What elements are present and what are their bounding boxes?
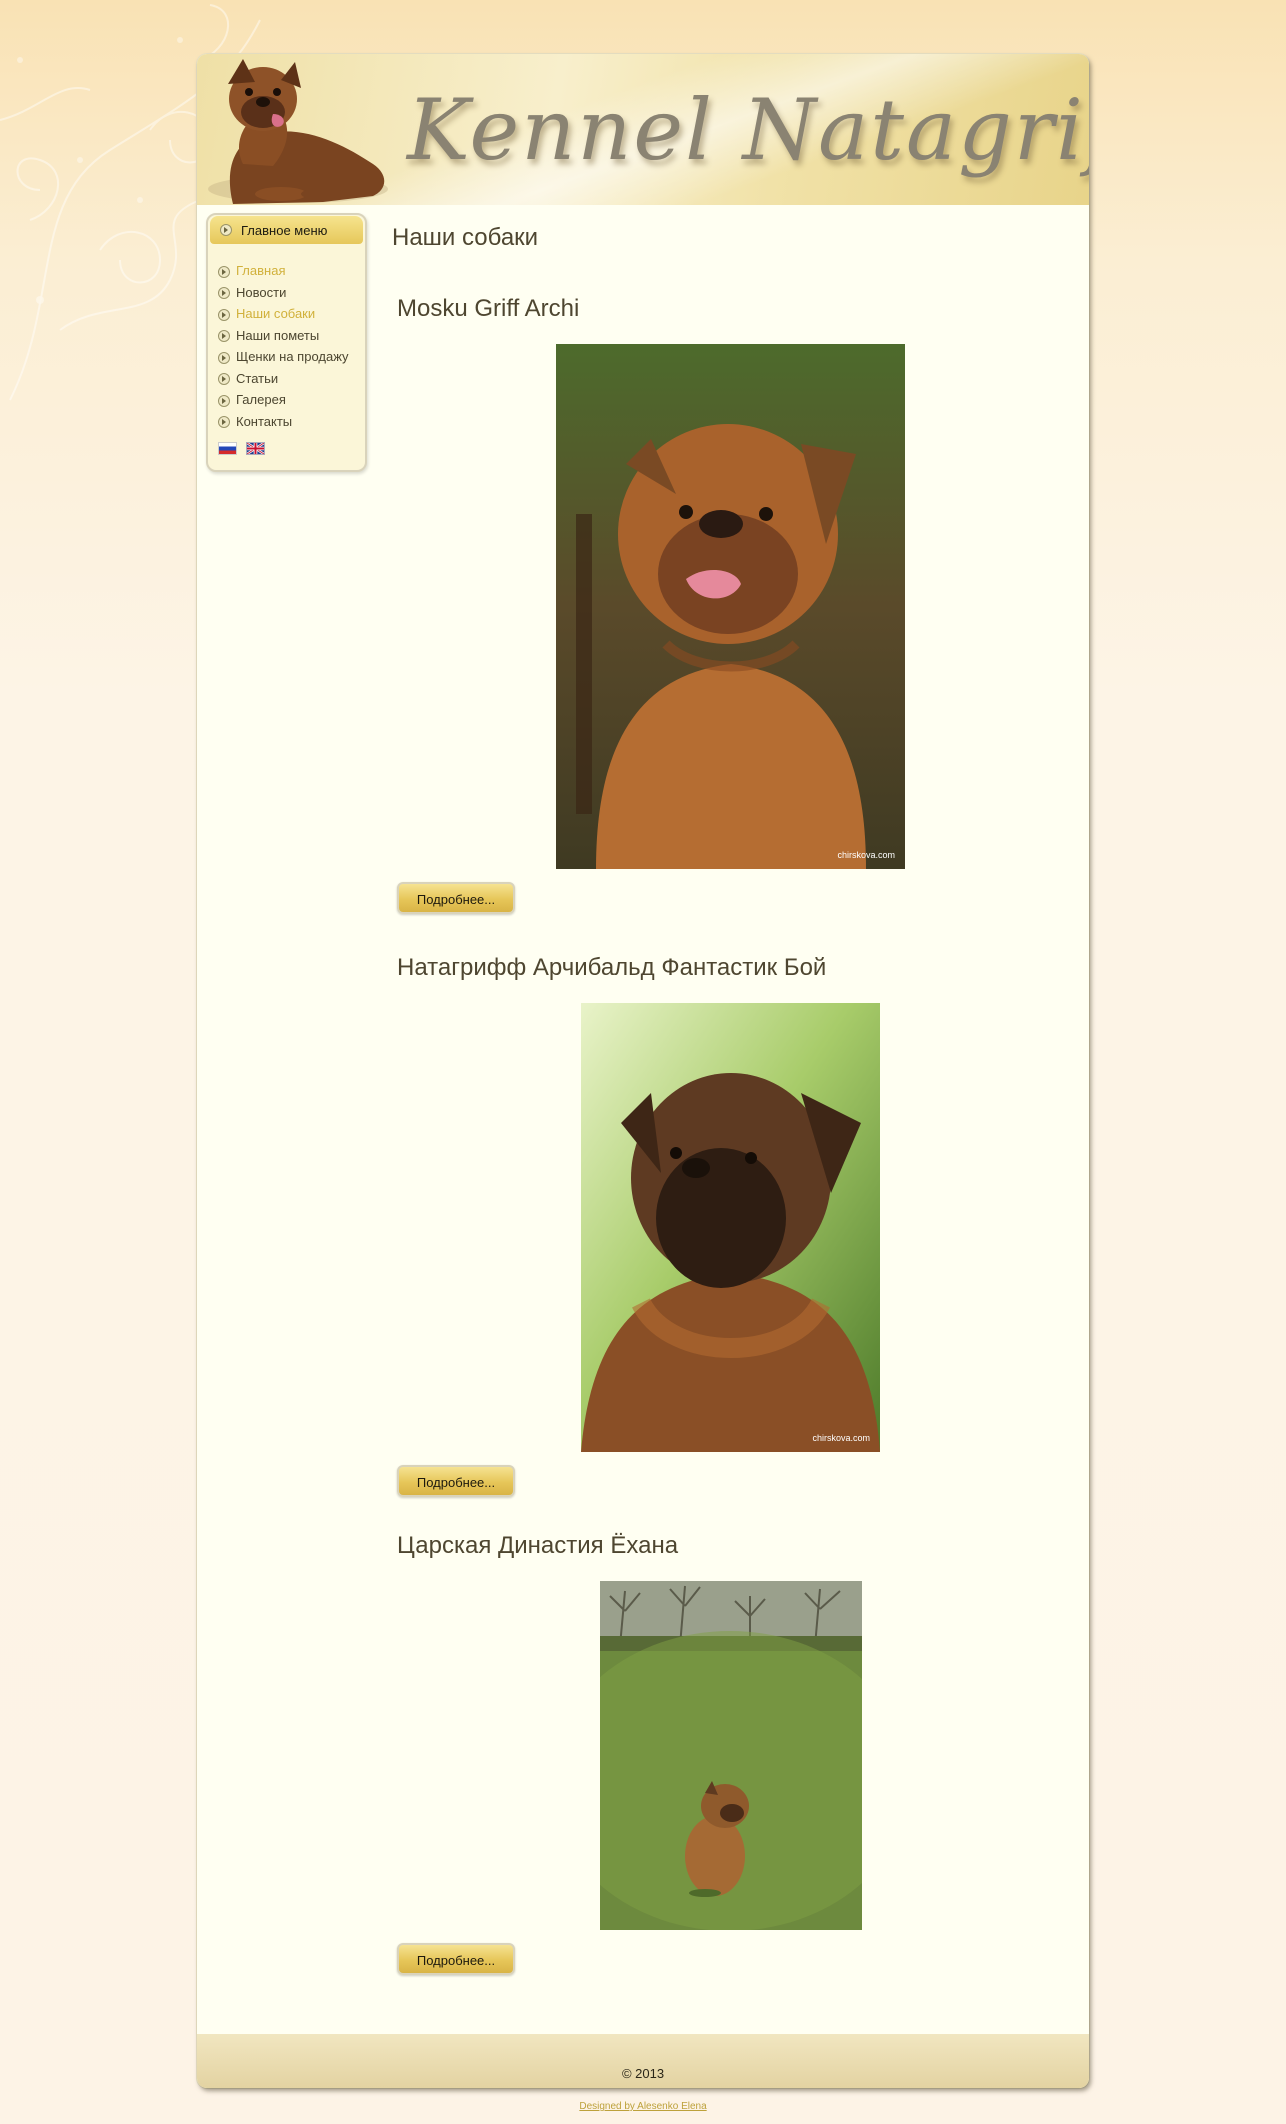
menu-item-label: Наши пометы [236,327,320,343]
dog-name-heading[interactable]: Mosku Griff Archi [397,295,579,323]
arrow-circle-icon [218,416,230,429]
dog-photo[interactable]: chirskova.com [556,344,905,869]
menu-item-label: Новости [236,284,287,300]
ru-flag-icon[interactable] [218,442,237,455]
menu-list: Главная Новости Наши собаки Наши пометы … [218,263,363,435]
arrow-circle-icon [218,330,230,343]
gb-flag-icon[interactable] [246,442,266,455]
menu-item-label: Главная [236,263,286,278]
dog-photo[interactable]: chirskova.com [581,1003,880,1452]
photo-credit: chirskova.com [812,1433,870,1443]
menu-item-label: Контакты [236,413,293,429]
menu-item-home[interactable]: Главная [218,263,363,285]
menu-item-news[interactable]: Новости [218,285,363,307]
logo-dog-illustration [208,59,388,204]
arrow-circle-icon [218,265,230,278]
more-details-button[interactable]: Подробнее... [397,1943,515,1975]
menu-bullet-icon [220,224,232,236]
arrow-circle-icon [218,287,230,300]
menu-item-label: Наши собаки [236,306,316,321]
site-header: Kennel Natagriff [197,54,1089,205]
menu-item-label: Галерея [236,392,286,407]
menu-header: Главное меню [210,216,363,244]
language-switcher [218,442,270,460]
dog-photo-image [556,344,905,869]
menu-item-gallery[interactable]: Галерея [218,392,363,414]
copyright-text: © 2013 [621,2066,665,2081]
more-details-button[interactable]: Подробнее... [397,1465,515,1497]
sidebar-main-menu: Главное меню Главная Новости Наши собаки… [206,213,367,472]
arrow-circle-icon [218,351,230,364]
photo-credit: chirskova.com [837,850,895,860]
dog-photo-image [581,1003,880,1452]
menu-item-our-dogs[interactable]: Наши собаки [218,306,363,328]
arrow-circle-icon [218,308,230,321]
designer-credit-link[interactable]: Designed by Alesenko Elena [0,2101,1286,2112]
menu-item-articles[interactable]: Статьи [218,371,363,393]
page-title: Наши собаки [392,224,539,251]
logo-title: Kennel Natagriff [407,81,1089,179]
menu-item-label: Статьи [236,370,279,386]
dog-photo-image [600,1581,862,1930]
menu-item-puppies-for-sale[interactable]: Щенки на продажу [218,349,363,371]
more-details-button[interactable]: Подробнее... [397,882,515,914]
arrow-circle-icon [218,373,230,386]
menu-title: Главное меню [241,223,328,238]
page-container: Kennel Natagriff Главное меню Главная Но… [197,54,1089,2088]
arrow-circle-icon [218,394,230,407]
menu-item-label: Щенки на продажу [236,349,349,364]
dog-name-heading[interactable]: Царская Династия Ёхана [397,1532,678,1560]
dog-photo[interactable] [600,1581,862,1930]
menu-item-contacts[interactable]: Контакты [218,414,363,436]
menu-item-litters[interactable]: Наши пометы [218,328,363,350]
dog-name-heading[interactable]: Натагрифф Арчибальд Фантастик Бой [397,954,826,982]
